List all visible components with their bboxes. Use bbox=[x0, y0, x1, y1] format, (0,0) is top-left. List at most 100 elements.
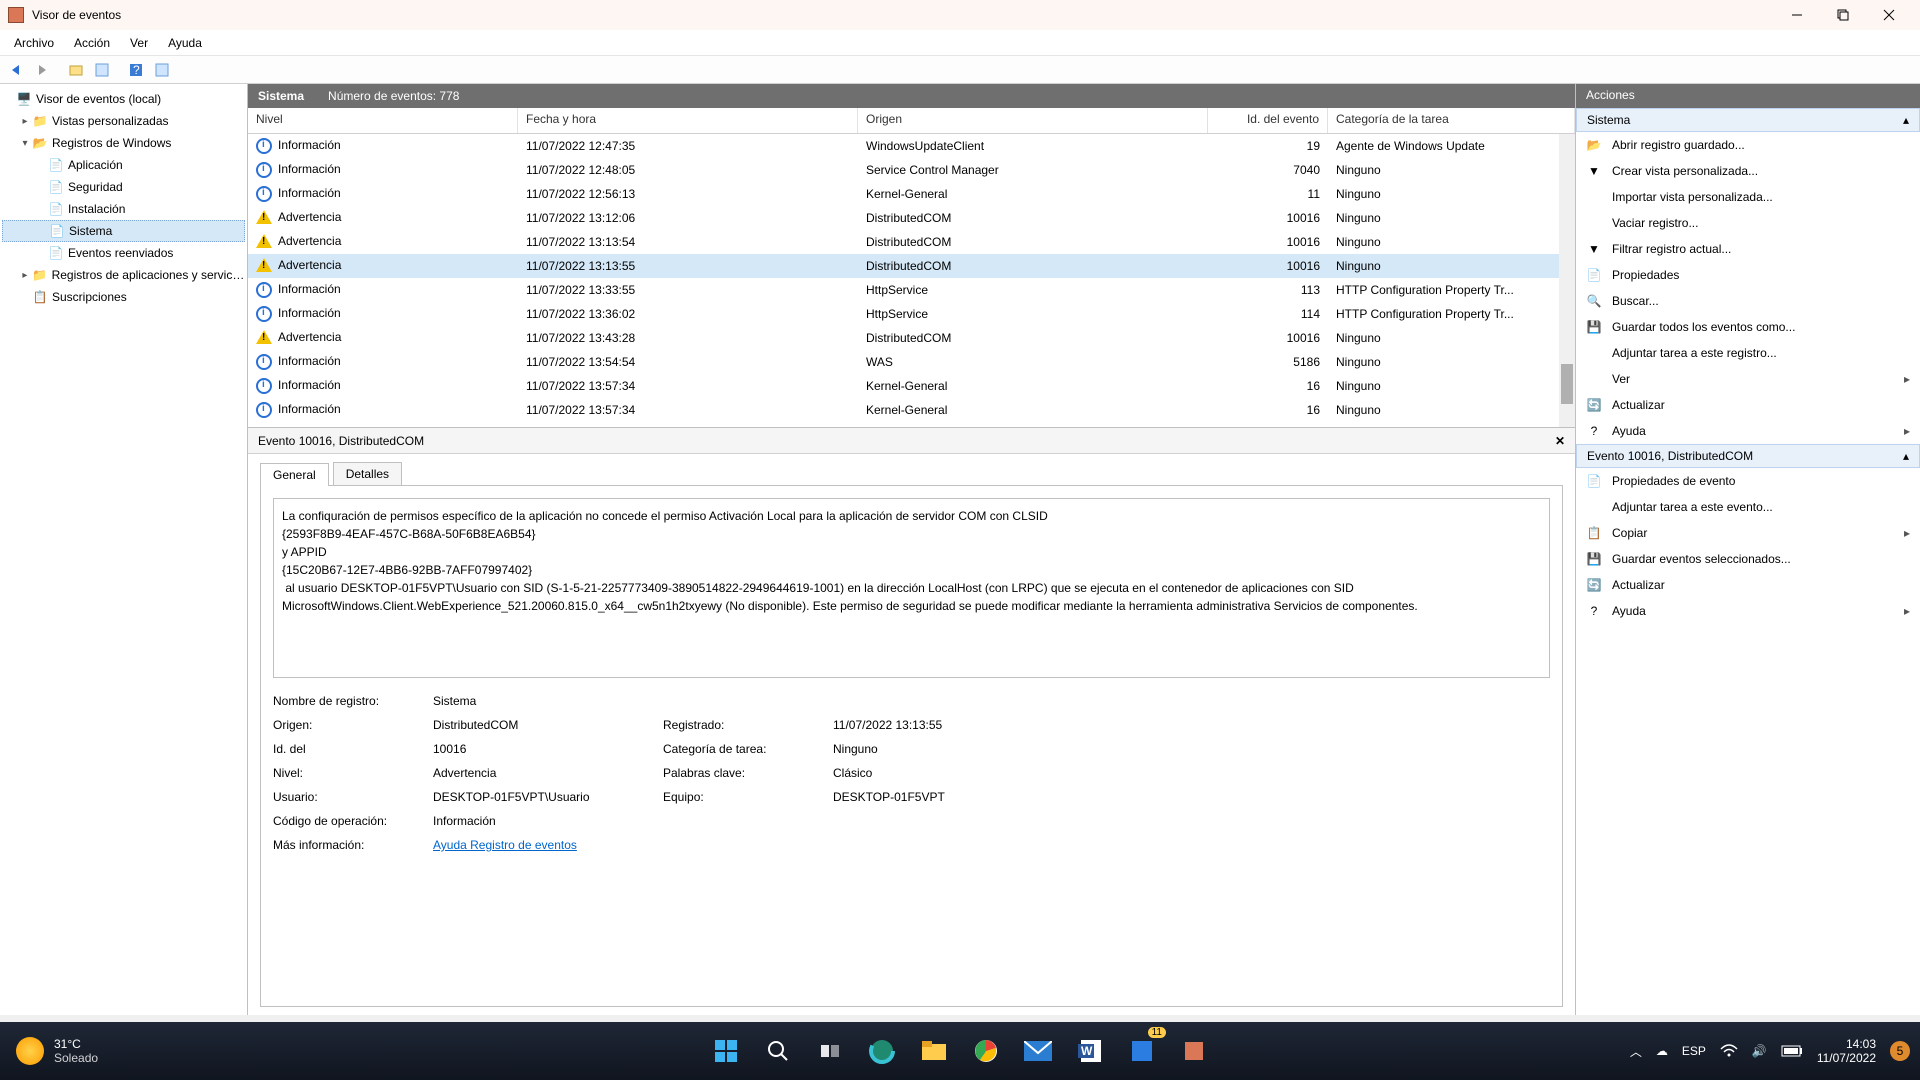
event-row[interactable]: Advertencia11/07/2022 13:12:06Distribute… bbox=[248, 206, 1575, 230]
action-item[interactable]: Ver▸ bbox=[1576, 366, 1920, 392]
actions-section-sistema[interactable]: Sistema▴ bbox=[1576, 108, 1920, 132]
menu-ver[interactable]: Ver bbox=[120, 32, 158, 54]
tool-icon-3[interactable] bbox=[150, 58, 174, 82]
event-row[interactable]: Información11/07/2022 13:36:02HttpServic… bbox=[248, 302, 1575, 326]
cell-level: Advertencia bbox=[278, 234, 341, 248]
tray-chevron-icon[interactable]: ︿ bbox=[1630, 1043, 1642, 1060]
action-item[interactable]: Adjuntar tarea a este registro... bbox=[1576, 340, 1920, 366]
action-item[interactable]: ?Ayuda▸ bbox=[1576, 598, 1920, 624]
taskbar-clock[interactable]: 14:03 11/07/2022 bbox=[1817, 1037, 1876, 1066]
event-row[interactable]: Información11/07/2022 13:54:54WAS5186Nin… bbox=[248, 350, 1575, 374]
actions-section-evento[interactable]: Evento 10016, DistributedCOM▴ bbox=[1576, 444, 1920, 468]
col-cat[interactable]: Categoría de la tarea bbox=[1328, 108, 1575, 133]
action-item[interactable]: 📄Propiedades de evento bbox=[1576, 468, 1920, 494]
action-item[interactable]: 🔍Buscar... bbox=[1576, 288, 1920, 314]
volume-icon[interactable]: 🔊 bbox=[1752, 1044, 1767, 1058]
task-app-icon[interactable]: 11 bbox=[1122, 1031, 1162, 1071]
tree-seguridad[interactable]: 📄Seguridad bbox=[2, 176, 245, 198]
tree-eventos-reenviados[interactable]: 📄Eventos reenviados bbox=[2, 242, 245, 264]
menu-archivo[interactable]: Archivo bbox=[4, 32, 64, 54]
notification-badge[interactable]: 5 bbox=[1890, 1041, 1910, 1061]
tree-root[interactable]: 🖥️Visor de eventos (local) bbox=[2, 88, 245, 110]
action-item[interactable]: 📂Abrir registro guardado... bbox=[1576, 132, 1920, 158]
action-item[interactable]: ?Ayuda▸ bbox=[1576, 418, 1920, 444]
taskbar[interactable]: 31°C Soleado W 11 ︿ ☁ ESP 🔊 14:03 11/07/… bbox=[0, 1022, 1920, 1080]
close-button[interactable] bbox=[1866, 0, 1912, 30]
action-item[interactable]: 📋Copiar▸ bbox=[1576, 520, 1920, 546]
tab-detalles[interactable]: Detalles bbox=[333, 462, 402, 485]
event-row[interactable]: Advertencia11/07/2022 13:43:28Distribute… bbox=[248, 326, 1575, 350]
action-item[interactable]: 💾Guardar todos los eventos como... bbox=[1576, 314, 1920, 340]
tab-general-body: La confiquración de permisos específico … bbox=[260, 485, 1563, 1007]
action-item[interactable]: Importar vista personalizada... bbox=[1576, 184, 1920, 210]
action-item[interactable]: 🔄Actualizar bbox=[1576, 392, 1920, 418]
lang-indicator[interactable]: ESP bbox=[1682, 1044, 1706, 1058]
help-icon[interactable]: ? bbox=[124, 58, 148, 82]
action-item[interactable]: 💾Guardar eventos seleccionados... bbox=[1576, 546, 1920, 572]
event-row[interactable]: Información11/07/2022 12:56:13Kernel-Gen… bbox=[248, 182, 1575, 206]
cloud-icon[interactable]: ☁ bbox=[1656, 1044, 1668, 1058]
search-icon[interactable] bbox=[758, 1031, 798, 1071]
cell-date: 11/07/2022 13:57:34 bbox=[518, 379, 858, 393]
action-item[interactable]: 📄Propiedades bbox=[1576, 262, 1920, 288]
cell-id: 5186 bbox=[1208, 355, 1328, 369]
battery-icon[interactable] bbox=[1781, 1045, 1803, 1057]
cell-source: DistributedCOM bbox=[858, 331, 1208, 345]
tree-instalacion[interactable]: 📄Instalación bbox=[2, 198, 245, 220]
wifi-icon[interactable] bbox=[1720, 1044, 1738, 1058]
action-item[interactable]: ▼Crear vista personalizada... bbox=[1576, 158, 1920, 184]
col-level[interactable]: Nivel bbox=[248, 108, 518, 133]
action-label: Vaciar registro... bbox=[1612, 216, 1698, 230]
tool-icon-2[interactable] bbox=[90, 58, 114, 82]
event-row[interactable]: Información11/07/2022 13:57:34Kernel-Gen… bbox=[248, 374, 1575, 398]
taskview-icon[interactable] bbox=[810, 1031, 850, 1071]
tree-sistema[interactable]: 📄Sistema bbox=[2, 220, 245, 242]
nav-tree[interactable]: 🖥️Visor de eventos (local) ▸📁Vistas pers… bbox=[0, 84, 248, 1015]
back-button[interactable] bbox=[4, 58, 28, 82]
action-item[interactable]: Adjuntar tarea a este evento... bbox=[1576, 494, 1920, 520]
col-date[interactable]: Fecha y hora bbox=[518, 108, 858, 133]
eventvwr-taskbar-icon[interactable] bbox=[1174, 1031, 1214, 1071]
section-header-label: Evento 10016, DistributedCOM bbox=[1587, 449, 1753, 463]
maximize-button[interactable] bbox=[1820, 0, 1866, 30]
grid-body[interactable]: Información11/07/2022 12:47:35WindowsUpd… bbox=[248, 134, 1575, 427]
col-id[interactable]: Id. del evento bbox=[1208, 108, 1328, 133]
system-tray[interactable]: ︿ ☁ ESP 🔊 14:03 11/07/2022 5 bbox=[1630, 1037, 1910, 1066]
mail-icon[interactable] bbox=[1018, 1031, 1058, 1071]
event-row[interactable]: Advertencia11/07/2022 13:13:55Distribute… bbox=[248, 254, 1575, 278]
tree-windows-logs[interactable]: ▾📂Registros de Windows bbox=[2, 132, 245, 154]
explorer-icon[interactable] bbox=[914, 1031, 954, 1071]
event-row[interactable]: Información11/07/2022 12:48:05Service Co… bbox=[248, 158, 1575, 182]
action-item[interactable]: ▼Filtrar registro actual... bbox=[1576, 236, 1920, 262]
tool-icon-1[interactable] bbox=[64, 58, 88, 82]
chrome-icon[interactable] bbox=[966, 1031, 1006, 1071]
tree-suscripciones[interactable]: 📋Suscripciones bbox=[2, 286, 245, 308]
event-row[interactable]: Advertencia11/07/2022 13:13:54Distribute… bbox=[248, 230, 1575, 254]
action-item[interactable]: 🔄Actualizar bbox=[1576, 572, 1920, 598]
start-button[interactable] bbox=[706, 1031, 746, 1071]
tree-app-logs[interactable]: ▸📁Registros de aplicaciones y servicios bbox=[2, 264, 245, 286]
action-label: Adjuntar tarea a este evento... bbox=[1612, 500, 1773, 514]
more-info-link[interactable]: Ayuda Registro de eventos bbox=[433, 838, 577, 852]
grid-vscroll[interactable] bbox=[1559, 134, 1575, 427]
event-row[interactable]: Información11/07/2022 13:57:34Kernel-Gen… bbox=[248, 398, 1575, 422]
taskbar-weather[interactable]: 31°C Soleado bbox=[0, 1037, 114, 1065]
action-label: Buscar... bbox=[1612, 294, 1659, 308]
menu-accion[interactable]: Acción bbox=[64, 32, 120, 54]
word-icon[interactable]: W bbox=[1070, 1031, 1110, 1071]
event-description[interactable]: La confiquración de permisos específico … bbox=[273, 498, 1550, 678]
event-detail: Evento 10016, DistributedCOM ✕ General D… bbox=[248, 428, 1575, 1015]
forward-button[interactable] bbox=[30, 58, 54, 82]
tree-aplicacion[interactable]: 📄Aplicación bbox=[2, 154, 245, 176]
col-source[interactable]: Origen bbox=[858, 108, 1208, 133]
event-row[interactable]: Información11/07/2022 12:47:35WindowsUpd… bbox=[248, 134, 1575, 158]
detail-close-icon[interactable]: ✕ bbox=[1555, 434, 1565, 448]
action-item[interactable]: Vaciar registro... bbox=[1576, 210, 1920, 236]
event-row[interactable]: Información11/07/2022 13:33:55HttpServic… bbox=[248, 278, 1575, 302]
edge-icon[interactable] bbox=[862, 1031, 902, 1071]
action-label: Filtrar registro actual... bbox=[1612, 242, 1731, 256]
tab-general[interactable]: General bbox=[260, 463, 329, 486]
tree-custom-views[interactable]: ▸📁Vistas personalizadas bbox=[2, 110, 245, 132]
minimize-button[interactable] bbox=[1774, 0, 1820, 30]
menu-ayuda[interactable]: Ayuda bbox=[158, 32, 212, 54]
